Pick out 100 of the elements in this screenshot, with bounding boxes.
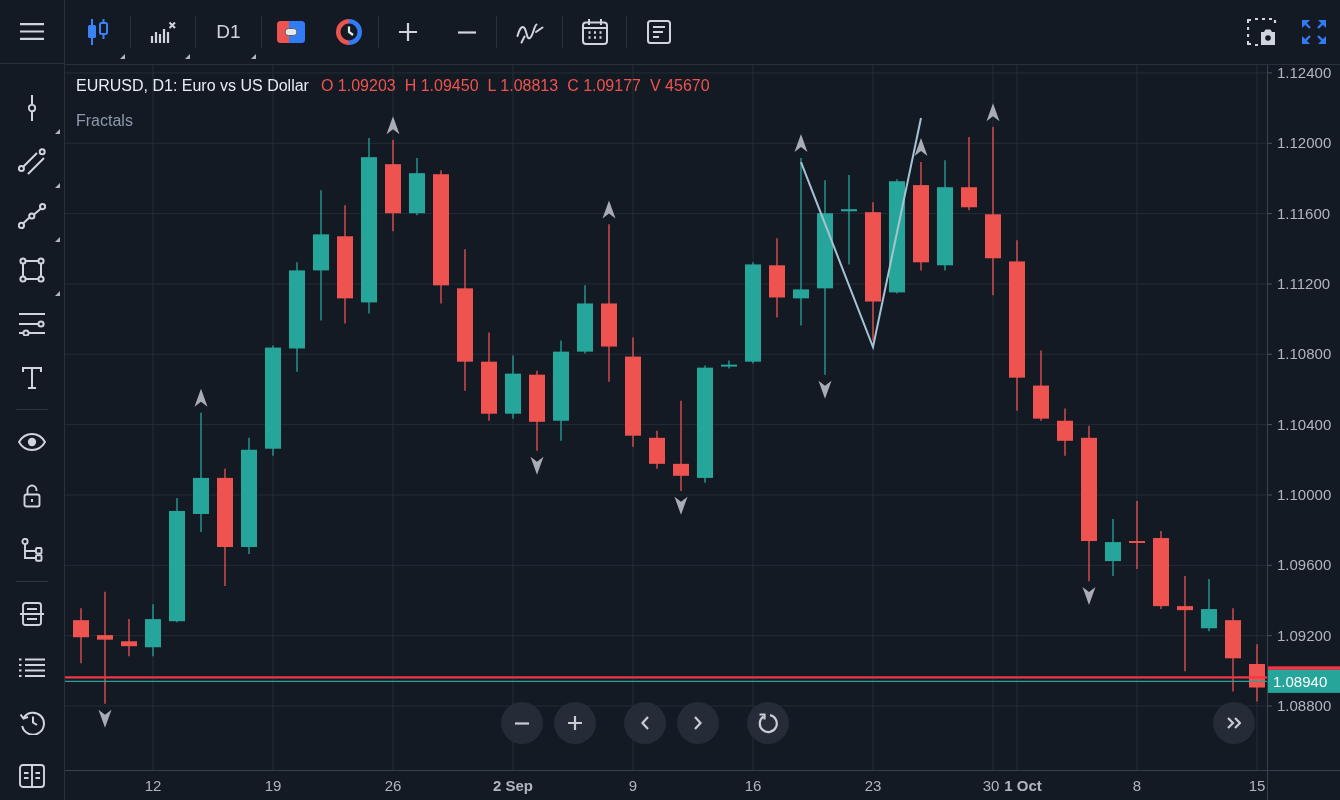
arrow-down-icon xyxy=(98,709,112,728)
price-tick-label: 1.10000 xyxy=(1277,485,1332,503)
chevron-left-icon xyxy=(641,716,649,730)
date-tick-label: 16 xyxy=(744,777,762,794)
scroll-left-button[interactable] xyxy=(624,702,666,744)
candle xyxy=(505,354,521,420)
chevron-right-icon xyxy=(694,716,702,730)
candle xyxy=(1057,407,1073,457)
date-tick-label: 12 xyxy=(144,777,162,794)
price-tick-label: 1.10800 xyxy=(1277,345,1332,363)
candle xyxy=(1105,518,1121,577)
arrow-up-icon xyxy=(602,200,616,219)
arrow-up-icon xyxy=(386,116,400,135)
candle xyxy=(1129,500,1145,570)
reset-icon xyxy=(757,712,779,734)
arrow-up-icon xyxy=(914,138,928,157)
price-tick-label: 1.11200 xyxy=(1277,274,1331,292)
candle xyxy=(721,359,737,370)
scroll-to-latest-button[interactable] xyxy=(1213,702,1255,744)
ref-line-label: 1.08940 xyxy=(1273,672,1328,690)
price-tick-label: 1.12000 xyxy=(1277,134,1332,152)
symbol-title: EURUSD, D1: Euro vs US Dollar xyxy=(76,76,309,96)
unlocked-padlock-icon xyxy=(23,484,41,508)
candle xyxy=(73,607,89,664)
bar-chart-icon xyxy=(150,21,176,43)
date-tick-label: 26 xyxy=(384,777,402,794)
date-tick-label: 8 xyxy=(1132,777,1142,794)
panel-icon xyxy=(19,602,45,626)
arrow-up-icon xyxy=(794,134,808,153)
price-tag: 1.08940 xyxy=(1268,669,1340,693)
date-tick-label: 1 Oct xyxy=(1004,777,1042,794)
indicator-label: Fractals xyxy=(76,111,133,131)
rectangle-icon xyxy=(19,257,45,283)
price-marker xyxy=(1268,666,1340,670)
candle xyxy=(1201,578,1217,632)
polyline-icon xyxy=(18,203,46,229)
price-tick-label: 1.12400 xyxy=(1277,65,1332,81)
date-tick-label: 2 Sep xyxy=(493,777,533,794)
ohlc-value: O 1.09203 xyxy=(320,76,396,96)
timeframe-button[interactable]: D1 xyxy=(196,0,261,64)
list-icon xyxy=(19,658,45,678)
corner-triangle-icon xyxy=(55,291,60,296)
corner-triangle-icon xyxy=(55,183,60,188)
arrow-down-icon xyxy=(530,456,544,475)
ohlc-value: L 1.08813 xyxy=(487,76,559,96)
candle xyxy=(121,618,137,657)
candle xyxy=(145,603,161,657)
calendar-icon xyxy=(581,19,608,45)
price-tick-label: 1.08800 xyxy=(1277,697,1332,714)
price-tick-label: 1.10400 xyxy=(1277,415,1332,433)
minus-icon xyxy=(515,721,529,725)
arrow-down-icon xyxy=(674,496,688,515)
candle xyxy=(1249,643,1265,703)
corner-triangle-icon xyxy=(120,54,125,59)
arrow-up-icon xyxy=(194,388,208,407)
camera-icon xyxy=(1247,18,1277,46)
date-tick-label: 9 xyxy=(628,777,638,794)
price-tick-label: 1.09600 xyxy=(1277,556,1332,574)
arrow-up-icon xyxy=(986,103,1000,122)
price-tick-label: 1.11600 xyxy=(1277,204,1331,222)
arrow-down-icon xyxy=(1082,587,1096,606)
zoom-in-button[interactable] xyxy=(554,702,596,744)
split-square-icon xyxy=(277,21,305,43)
scroll-right-button[interactable] xyxy=(677,702,719,744)
candlestick-icon xyxy=(86,19,109,45)
candle xyxy=(649,430,665,470)
ohlc-value: H 1.09450 xyxy=(404,76,479,96)
vertical-line-icon xyxy=(28,95,36,121)
corner-triangle-icon xyxy=(55,129,60,134)
document-icon xyxy=(647,20,671,44)
tree-icon xyxy=(21,538,43,562)
double-chevron-icon xyxy=(1227,717,1241,729)
corner-triangle-icon xyxy=(251,54,256,59)
history-icon xyxy=(19,709,45,735)
text-icon xyxy=(22,367,42,389)
price-tick-label: 1.09200 xyxy=(1277,626,1332,644)
corner-triangle-icon xyxy=(55,237,60,242)
book-icon xyxy=(19,764,45,788)
clock-icon xyxy=(336,19,362,45)
candle xyxy=(577,284,593,355)
date-tick-label: 30 xyxy=(982,777,1000,794)
wave-icon xyxy=(515,20,544,44)
ohlc-value: V 45670 xyxy=(649,76,710,96)
arrow-down-icon xyxy=(818,380,832,399)
menu-icon xyxy=(20,23,44,40)
date-tick-label: 23 xyxy=(864,777,882,794)
sliders-icon xyxy=(18,312,46,336)
fullscreen-icon xyxy=(1301,19,1327,45)
zoom-out-button[interactable] xyxy=(501,702,543,744)
date-tick-label: 15 xyxy=(1248,777,1266,794)
candle xyxy=(409,157,425,216)
eye-icon xyxy=(18,433,46,451)
minus-icon xyxy=(457,30,476,34)
date-tick-label: 19 xyxy=(264,777,282,794)
ohlc-value: C 1.09177 xyxy=(567,76,641,96)
corner-triangle-icon xyxy=(185,54,190,59)
parallel-lines-icon xyxy=(18,148,46,176)
plus-icon xyxy=(399,23,417,41)
reset-button[interactable] xyxy=(747,702,789,744)
plus-icon xyxy=(568,716,582,730)
